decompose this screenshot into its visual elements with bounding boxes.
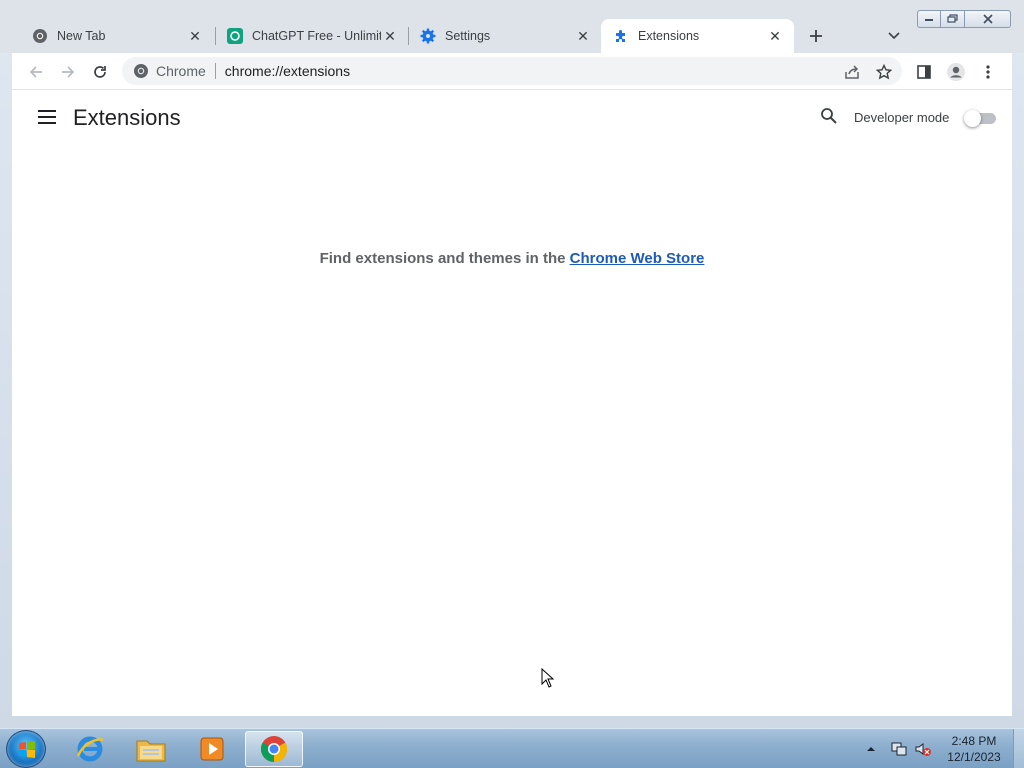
hamburger-menu-icon bbox=[38, 110, 56, 124]
reload-icon bbox=[94, 66, 106, 78]
chrome-icon bbox=[32, 28, 48, 44]
tab-title: ChatGPT Free - Unlimited bbox=[252, 29, 381, 43]
omnibox-divider bbox=[214, 63, 216, 79]
close-window-button[interactable] bbox=[965, 10, 1011, 28]
url-text[interactable]: chrome://extensions bbox=[225, 63, 350, 79]
side-panel-icon bbox=[917, 65, 931, 79]
profile-button[interactable] bbox=[944, 60, 968, 84]
media-player-icon bbox=[200, 737, 224, 761]
tab-close-icon[interactable]: ✕ bbox=[186, 27, 204, 45]
mouse-cursor-icon bbox=[541, 668, 555, 688]
developer-mode-label: Developer mode bbox=[854, 110, 950, 125]
tab-search-button[interactable] bbox=[883, 25, 905, 47]
reload-button[interactable] bbox=[88, 60, 112, 84]
tab-close-icon[interactable]: ✕ bbox=[381, 27, 399, 45]
side-panel-button[interactable] bbox=[912, 60, 936, 84]
avatar-icon bbox=[947, 63, 965, 81]
minimize-icon bbox=[925, 19, 933, 21]
close-icon bbox=[982, 14, 993, 24]
file-explorer-icon bbox=[136, 740, 166, 762]
minimize-button[interactable] bbox=[917, 10, 941, 28]
page-header: Extensions Developer mode bbox=[12, 90, 1012, 146]
clock-time: 2:48 PM bbox=[951, 734, 997, 748]
chevron-down-icon bbox=[888, 32, 900, 40]
tab-chatgpt[interactable]: ChatGPT Free - Unlimited ✕ bbox=[209, 19, 409, 53]
show-hidden-icons-icon[interactable] bbox=[866, 745, 876, 753]
developer-mode-toggle[interactable] bbox=[964, 110, 996, 127]
browser-toolbar: Chrome chrome://extensions bbox=[12, 53, 1012, 90]
window-caption-buttons bbox=[917, 10, 1011, 28]
chrome-window: New Tab ✕ ChatGPT Free - Unlimited ✕ Set… bbox=[0, 0, 1024, 728]
taskbar-file-explorer[interactable] bbox=[122, 731, 180, 767]
system-tray bbox=[866, 729, 932, 768]
tab-close-icon[interactable]: ✕ bbox=[766, 27, 784, 45]
back-button[interactable] bbox=[24, 60, 48, 84]
share-icon bbox=[845, 65, 859, 79]
address-bar[interactable]: Chrome chrome://extensions bbox=[122, 57, 902, 85]
bookmark-button[interactable] bbox=[872, 60, 896, 84]
restore-icon bbox=[946, 14, 958, 23]
taskbar-media-player[interactable] bbox=[183, 731, 241, 767]
arrow-right-icon bbox=[62, 66, 75, 78]
internet-explorer-icon bbox=[76, 736, 104, 762]
restore-button[interactable] bbox=[941, 10, 965, 28]
empty-state-text: Find extensions and themes in the bbox=[319, 250, 570, 267]
tab-new-tab[interactable]: New Tab ✕ bbox=[14, 19, 214, 53]
taskbar-internet-explorer[interactable] bbox=[61, 731, 119, 767]
settings-gear-icon bbox=[420, 28, 436, 44]
start-button[interactable] bbox=[6, 730, 46, 768]
empty-state-message: Find extensions and themes in the Chrome… bbox=[12, 250, 1012, 267]
tab-strip: New Tab ✕ ChatGPT Free - Unlimited ✕ Set… bbox=[0, 0, 1024, 53]
taskbar-chrome[interactable] bbox=[245, 731, 303, 767]
tab-title: New Tab bbox=[57, 29, 106, 43]
main-menu-button[interactable] bbox=[38, 109, 58, 127]
network-icon[interactable] bbox=[890, 741, 908, 757]
tab-title: Extensions bbox=[638, 29, 700, 43]
chrome-menu-button[interactable] bbox=[976, 60, 1000, 84]
chrome-icon bbox=[133, 63, 149, 79]
share-button[interactable] bbox=[840, 60, 864, 84]
volume-muted-icon[interactable] bbox=[914, 741, 932, 757]
chrome-icon bbox=[260, 736, 288, 763]
plus-icon bbox=[810, 30, 822, 42]
search-icon bbox=[821, 108, 837, 124]
clock-date: 12/1/2023 bbox=[947, 750, 1001, 764]
star-icon bbox=[876, 64, 892, 80]
tab-close-icon[interactable]: ✕ bbox=[574, 27, 592, 45]
windows-logo-icon bbox=[19, 741, 35, 758]
windows-taskbar: 2:48 PM 12/1/2023 bbox=[0, 728, 1024, 768]
search-extensions-button[interactable] bbox=[820, 107, 842, 129]
more-vert-icon bbox=[986, 65, 990, 79]
chatgpt-icon bbox=[227, 28, 243, 44]
forward-button[interactable] bbox=[56, 60, 80, 84]
show-desktop-button[interactable] bbox=[1013, 729, 1024, 768]
taskbar-clock[interactable]: 2:48 PM 12/1/2023 bbox=[938, 733, 1010, 765]
extensions-page: Extensions Developer mode Find extension… bbox=[12, 90, 1012, 716]
arrow-left-icon bbox=[29, 66, 42, 78]
new-tab-button[interactable] bbox=[805, 25, 827, 47]
tab-settings[interactable]: Settings ✕ bbox=[402, 19, 602, 53]
tab-title: Settings bbox=[445, 29, 491, 43]
toggle-knob bbox=[964, 110, 981, 127]
site-chip: Chrome bbox=[156, 63, 206, 79]
chrome-web-store-link[interactable]: Chrome Web Store bbox=[570, 250, 705, 267]
page-title: Extensions bbox=[73, 105, 181, 130]
puzzle-piece-icon bbox=[613, 28, 629, 44]
tab-extensions[interactable]: Extensions ✕ bbox=[601, 19, 794, 53]
